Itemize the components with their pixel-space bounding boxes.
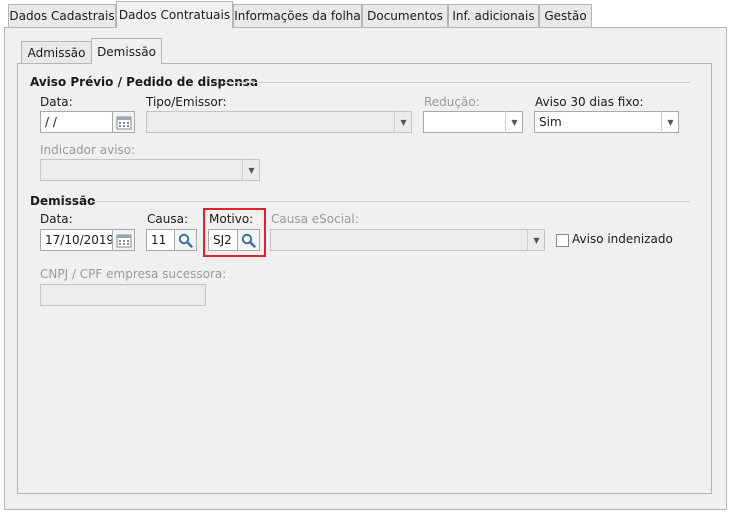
tipo-emissor-select[interactable]: [146, 111, 412, 133]
subtab-admissao[interactable]: Admissão: [21, 41, 92, 64]
tab-informacoes-folha[interactable]: Informações da folha: [233, 4, 362, 27]
aviso-data-label: Data:: [40, 95, 73, 109]
aviso-calendar-button[interactable]: [113, 111, 135, 133]
aviso-30-dias-select[interactable]: Sim: [534, 111, 679, 133]
motivo-highlight-box: [203, 208, 266, 257]
demissao-section-title: Demissão: [30, 194, 96, 208]
tab-dados-cadastrais[interactable]: Dados Cadastrais: [8, 4, 116, 27]
aviso-indenizado-checkbox[interactable]: [556, 234, 569, 247]
subtab-demissao[interactable]: Demissão: [91, 38, 162, 64]
indicador-aviso-select[interactable]: [40, 159, 260, 181]
chevron-down-icon[interactable]: ▼: [242, 159, 260, 181]
tab-documentos[interactable]: Documentos: [362, 4, 448, 27]
reducao-label: Redução:: [424, 95, 480, 109]
chevron-down-icon[interactable]: ▼: [661, 111, 679, 133]
demissao-date-input[interactable]: 17/10/2019: [40, 229, 113, 251]
aviso-30-dias-label: Aviso 30 dias fixo:: [535, 95, 644, 109]
causa-input[interactable]: 11: [146, 229, 175, 251]
chevron-down-icon[interactable]: ▼: [505, 111, 523, 133]
search-icon: [178, 233, 193, 248]
demissao-calendar-button[interactable]: [113, 229, 135, 251]
causa-esocial-label: Causa eSocial:: [271, 212, 359, 226]
tab-inf-adicionais[interactable]: Inf. adicionais: [448, 4, 539, 27]
demissao-data-label: Data:: [40, 212, 73, 226]
causa-search-button[interactable]: [175, 229, 197, 251]
tab-dados-contratuais[interactable]: Dados Contratuais: [116, 1, 233, 28]
tipo-emissor-label: Tipo/Emissor:: [146, 95, 227, 109]
cnpj-cpf-input[interactable]: [40, 284, 206, 306]
cnpj-cpf-label: CNPJ / CPF empresa sucessora:: [40, 267, 227, 281]
indicador-aviso-label: Indicador aviso:: [40, 143, 136, 157]
causa-label: Causa:: [147, 212, 188, 226]
aviso-indenizado-label: Aviso indenizado: [572, 232, 673, 246]
causa-esocial-select[interactable]: [270, 229, 545, 251]
demissao-section-divider: [90, 201, 690, 202]
calendar-icon: [116, 116, 131, 129]
aviso-section-divider: [224, 82, 690, 83]
aviso-date-input[interactable]: / /: [40, 111, 113, 133]
tab-gestao[interactable]: Gestão: [539, 4, 592, 27]
calendar-icon: [116, 234, 131, 247]
chevron-down-icon[interactable]: ▼: [527, 229, 545, 251]
chevron-down-icon[interactable]: ▼: [394, 111, 412, 133]
